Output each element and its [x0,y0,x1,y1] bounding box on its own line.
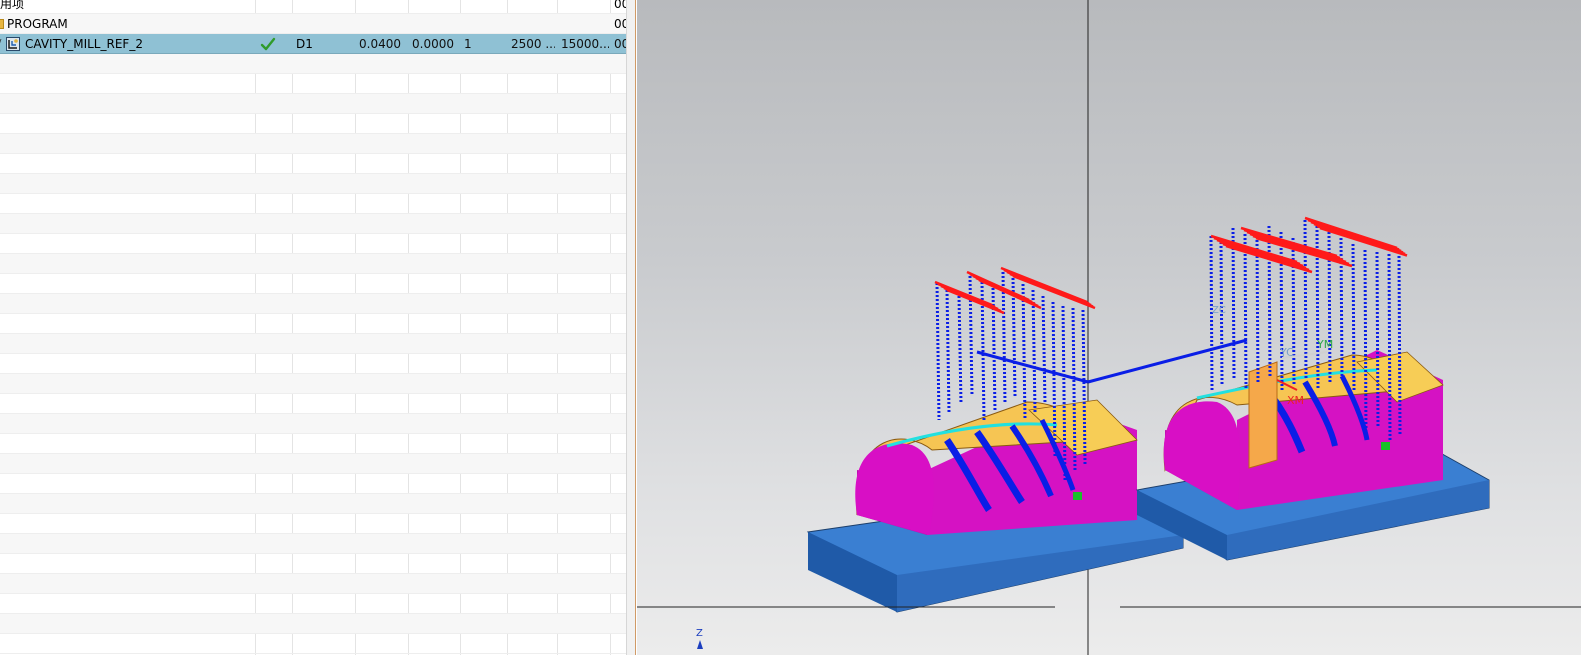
pane-splitter[interactable] [626,0,636,655]
row-value-3: 1 [464,37,472,51]
empty-row [0,454,626,474]
row-label: 用项 [0,0,25,11]
empty-row [0,594,626,614]
toolpath-plunge [1375,251,1380,429]
left-retract-lines [934,266,1096,315]
right-workpiece [1135,350,1490,561]
row-speed: 2500 ... [511,37,555,51]
empty-row [0,374,626,394]
empty-row [0,494,626,514]
toolpath-plunge [1041,295,1047,405]
toolpath-plunge [1363,249,1368,435]
program-folder-icon [0,19,4,29]
empty-row [0,94,626,114]
empty-row [0,634,626,654]
left-dome-end [855,443,934,535]
empty-row [0,114,626,134]
toolpath-plunge [935,282,941,421]
empty-row [0,74,626,94]
empty-row [0,414,626,434]
cam-scene: YM YC XM ZC Z [637,0,1581,655]
empty-row [0,294,626,314]
row-col-7: 00 [614,37,626,51]
toolpath-plunge [1021,283,1027,421]
cavity-mill-operation-icon [6,37,20,51]
empty-row [0,54,626,74]
row-value-2: 0.0000 [412,37,454,51]
operation-navigator: 用项 00 PROGRAM 00 / CAVITY_MILL_REF_2 D1 … [0,0,626,655]
toolpath-plunge [1031,289,1037,413]
label-yc: YC [1279,346,1294,359]
label-zc: ZC [1212,305,1226,316]
empty-row [0,614,626,634]
empty-row [0,214,626,234]
status-complete-check-icon [260,37,276,51]
left-workpiece [806,399,1184,613]
retract-line [1319,226,1408,257]
triad-z-arrow-icon [697,640,703,649]
empty-row [0,134,626,154]
row-feed: 15000... [561,37,609,51]
tree-row-unused-items[interactable]: 用项 00 [0,0,626,14]
row-col-7: 00 [614,17,626,31]
left-green-marker [1073,492,1082,500]
empty-row [0,354,626,374]
right-retract-lines [1210,216,1408,274]
empty-row [0,554,626,574]
row-label: CAVITY_MILL_REF_2 [25,37,143,51]
tree-branch-line: / [0,39,4,49]
empty-row [0,534,626,554]
toolpath-plunge [957,295,963,405]
empty-row [0,574,626,594]
row-label: PROGRAM [7,17,68,31]
empty-row [0,474,626,494]
empty-row [0,334,626,354]
empty-row [0,314,626,334]
empty-row [0,174,626,194]
toolpath-plunge [968,275,974,397]
empty-row [0,274,626,294]
toolpath-plunge [1243,233,1248,391]
row-value-1: 0.0400 [359,37,401,51]
empty-row [0,194,626,214]
toolpath-plunge [1231,227,1236,379]
toolpath-plunge [945,289,951,413]
label-xm: XM [1287,394,1304,407]
graphics-viewport[interactable]: YM YC XM ZC Z [637,0,1581,655]
right-green-marker [1381,442,1390,450]
empty-row [0,514,626,534]
empty-row [0,394,626,414]
toolpath-plunge [1267,225,1272,379]
row-col-7: 00 [614,0,626,11]
toolpath-plunge [1255,239,1260,385]
tree-row-cavity-mill-operation[interactable]: / CAVITY_MILL_REF_2 D1 0.0400 0.0000 1 2… [0,34,626,54]
label-ym: YM [1316,338,1333,351]
empty-row [0,154,626,174]
triad-z-label: Z [696,628,703,639]
empty-row [0,434,626,454]
toolpath-plunge [1279,231,1284,391]
empty-row [0,234,626,254]
toolpath-plunge [1351,243,1356,391]
tree-row-program[interactable]: PROGRAM 00 [0,14,626,34]
empty-row [0,254,626,274]
retract-line [946,288,1005,315]
row-tool: D1 [296,37,313,51]
csys-marker [1248,361,1278,469]
